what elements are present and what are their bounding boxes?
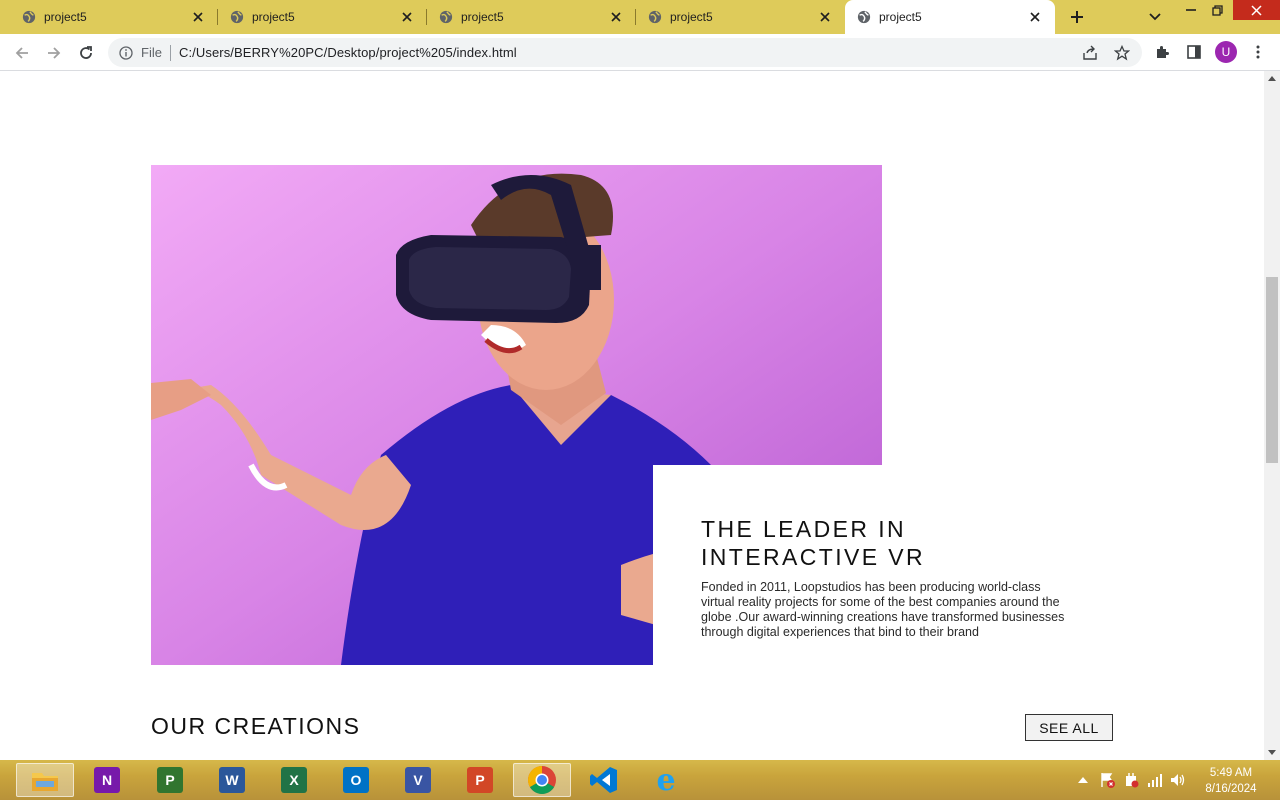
tab-title: project5 [670, 10, 713, 24]
taskbar-chrome[interactable] [513, 763, 571, 797]
taskbar-file-explorer[interactable] [16, 763, 74, 797]
browser-tab-active[interactable]: project5 [845, 0, 1055, 34]
scroll-down-arrow-icon[interactable] [1268, 748, 1276, 756]
arrow-right-icon [48, 47, 61, 59]
profile-avatar[interactable]: U [1215, 41, 1237, 63]
side-panel-icon[interactable] [1186, 44, 1202, 60]
tab-title: project5 [44, 10, 87, 24]
intro-card: THE LEADER IN INTERACTIVE VR Fonded in 2… [653, 465, 1113, 671]
internet-explorer-icon: e [656, 762, 676, 798]
close-tab-icon[interactable] [399, 9, 415, 25]
reload-icon [80, 46, 92, 59]
browser-menu-button[interactable] [1250, 44, 1266, 60]
powerpoint-icon: P [467, 767, 493, 793]
tab-title: project5 [879, 10, 922, 24]
arrow-left-icon [15, 47, 28, 59]
globe-icon [439, 10, 453, 24]
outlook-icon: O [343, 767, 369, 793]
minimize-icon [1186, 9, 1196, 11]
page-viewport: THE LEADER IN INTERACTIVE VR Fonded in 2… [0, 71, 1264, 760]
url-text[interactable]: C:/Users/BERRY%20PC/Desktop/project%205/… [179, 45, 517, 60]
volume-icon[interactable] [1170, 772, 1186, 788]
info-icon[interactable] [119, 45, 133, 60]
close-tab-icon[interactable] [608, 9, 624, 25]
address-bar[interactable]: File C:/Users/BERRY%20PC/Desktop/project… [108, 38, 1142, 67]
taskbar-vscode[interactable] [575, 763, 633, 797]
show-hidden-icons-icon[interactable] [1078, 776, 1088, 784]
folder-icon [32, 773, 58, 791]
network-signal-icon[interactable] [1147, 772, 1163, 788]
bookmark-star-icon[interactable] [1114, 45, 1130, 61]
share-icon[interactable] [1082, 45, 1098, 61]
tab-title: project5 [252, 10, 295, 24]
plus-icon [1071, 11, 1083, 23]
globe-icon [22, 10, 36, 24]
new-tab-button[interactable] [1066, 7, 1088, 27]
browser-tab[interactable]: project5 [427, 0, 636, 34]
browser-toolbar: File C:/Users/BERRY%20PC/Desktop/project… [0, 34, 1280, 71]
scroll-up-arrow-icon[interactable] [1268, 75, 1276, 83]
action-center-flag-icon[interactable] [1099, 772, 1115, 788]
taskbar-outlook[interactable]: O [327, 763, 385, 797]
omnibox-divider [169, 44, 171, 61]
system-clock[interactable]: 5:49 AM 8/16/2024 [1196, 765, 1266, 797]
hero-heading: THE LEADER IN INTERACTIVE VR [701, 516, 926, 570]
taskbar-excel[interactable]: X [265, 763, 323, 797]
tab-strip: project5 project5 project5 project5 proj… [0, 0, 1280, 34]
minimize-button[interactable] [1180, 0, 1202, 20]
scrollbar-thumb[interactable] [1266, 277, 1278, 463]
hero-description: Fonded in 2011, Loopstudios has been pro… [701, 580, 1065, 639]
power-plug-icon[interactable] [1123, 772, 1139, 788]
onenote-icon: N [94, 767, 120, 793]
back-button[interactable] [11, 42, 33, 64]
see-all-button[interactable]: SEE ALL [1025, 714, 1113, 741]
chrome-icon [528, 766, 556, 794]
browser-tab[interactable]: project5 [0, 0, 218, 34]
taskbar-visio[interactable]: V [389, 763, 447, 797]
extensions-puzzle-icon[interactable] [1154, 44, 1170, 60]
taskbar-word[interactable]: W [203, 763, 261, 797]
close-tab-icon[interactable] [1027, 9, 1043, 25]
taskbar-powerpoint[interactable]: P [451, 763, 509, 797]
close-tab-icon[interactable] [190, 9, 206, 25]
project-icon: P [157, 767, 183, 793]
browser-tab[interactable]: project5 [636, 0, 845, 34]
forward-button[interactable] [43, 42, 65, 64]
browser-tab[interactable]: project5 [218, 0, 427, 34]
windows-taskbar: N P W X O V P e [0, 760, 1280, 800]
close-window-button[interactable] [1233, 0, 1280, 20]
reload-button[interactable] [75, 42, 97, 64]
close-tab-icon[interactable] [817, 9, 833, 25]
visio-icon: V [405, 767, 431, 793]
more-vert-icon [1256, 45, 1260, 59]
tab-search-button[interactable] [1146, 8, 1164, 26]
tab-title: project5 [461, 10, 504, 24]
clock-time: 5:49 AM [1209, 767, 1253, 779]
globe-icon [230, 10, 244, 24]
globe-icon [648, 10, 662, 24]
restore-button[interactable] [1206, 0, 1228, 20]
restore-icon [1211, 4, 1223, 16]
chevron-down-icon [1149, 13, 1161, 21]
clock-date: 8/16/2024 [1205, 783, 1257, 795]
creations-title: OUR CREATIONS [151, 713, 361, 739]
globe-icon [857, 10, 871, 24]
taskbar-project[interactable]: P [141, 763, 199, 797]
excel-icon: X [281, 767, 307, 793]
close-icon [1251, 4, 1262, 16]
page-scrollbar[interactable] [1264, 71, 1280, 760]
taskbar-internet-explorer[interactable]: e [637, 762, 695, 798]
taskbar-onenote[interactable]: N [78, 763, 136, 797]
word-icon: W [219, 767, 245, 793]
vscode-icon [590, 767, 617, 793]
scheme-label: File [141, 45, 162, 60]
